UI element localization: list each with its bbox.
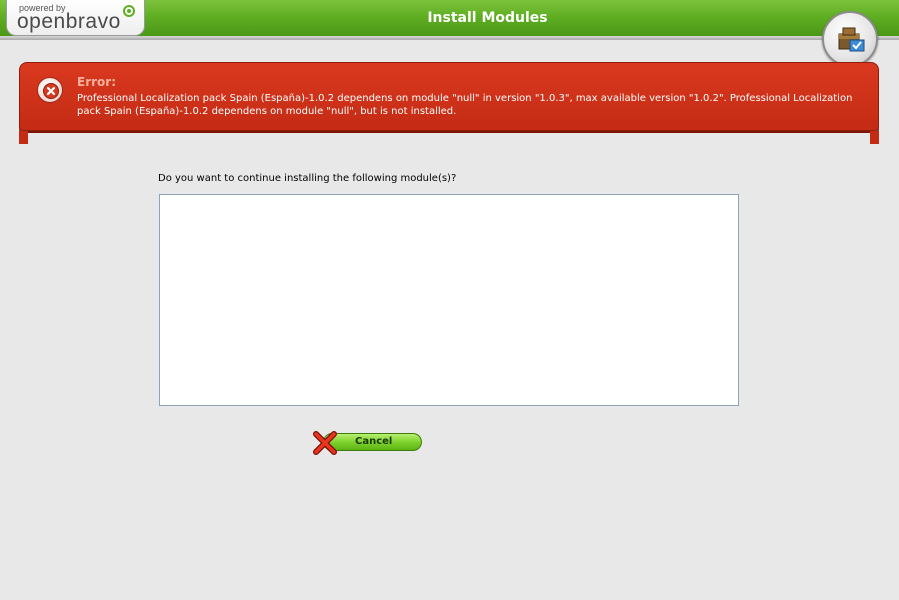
logo-mark-icon <box>123 5 135 17</box>
error-message: Professional Localization pack Spain (Es… <box>77 93 853 117</box>
error-panel-tab-right <box>870 131 879 144</box>
page-title: Install Modules <box>427 10 548 26</box>
cancel-button[interactable]: Cancel <box>313 431 423 455</box>
openbravo-logo: powered by openbravo <box>6 0 145 36</box>
logo-name: openbravo <box>17 10 121 33</box>
red-x-icon <box>313 431 337 455</box>
continue-question: Do you want to continue installing the f… <box>158 173 457 184</box>
cancel-button-label: Cancel <box>355 436 393 447</box>
error-title: Error: <box>77 75 116 89</box>
header-separator <box>0 36 899 40</box>
error-x-icon <box>37 77 63 103</box>
modules-list-textarea[interactable] <box>159 194 739 406</box>
error-panel-tab-left <box>19 131 28 144</box>
module-package-icon <box>822 11 878 67</box>
